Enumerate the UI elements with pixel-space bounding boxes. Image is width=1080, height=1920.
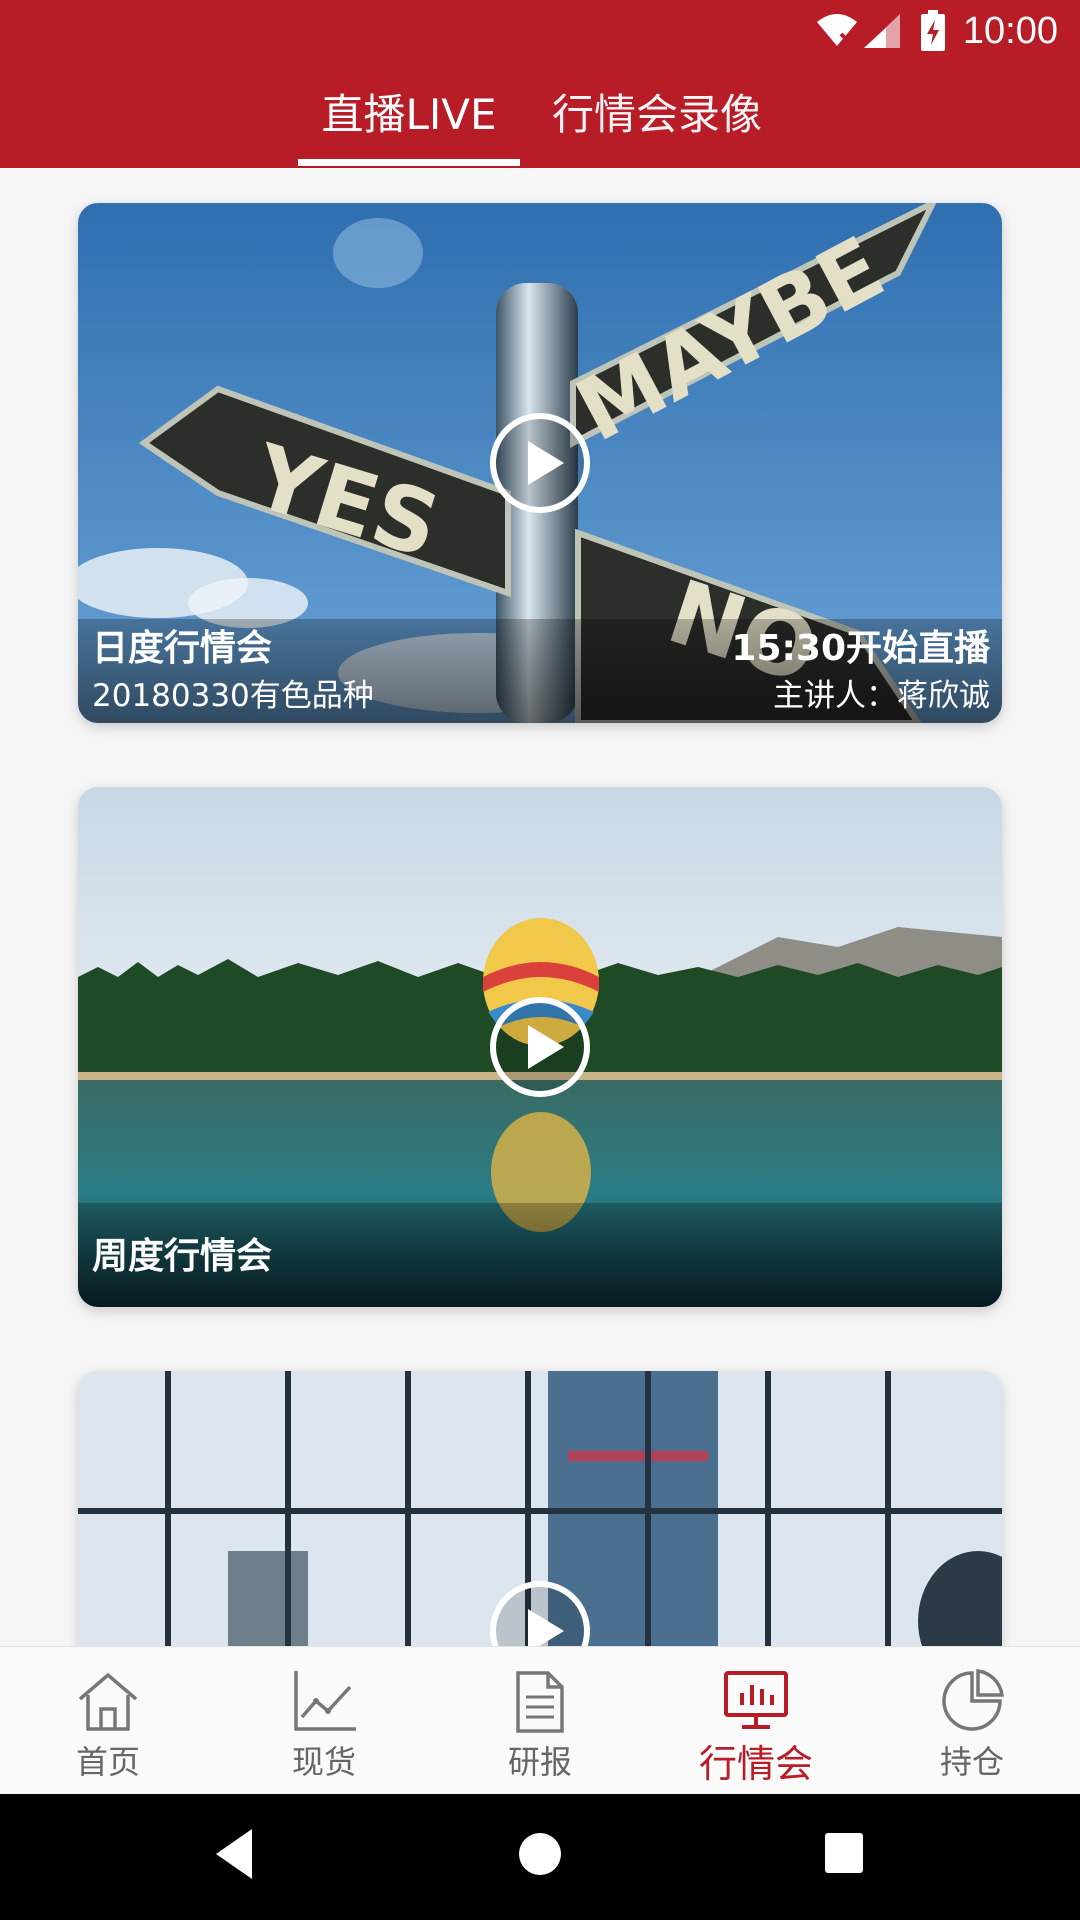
nav-label-position: 持仓	[939, 1743, 1004, 1781]
nav-item-research[interactable]: 研报	[432, 1647, 648, 1795]
live-card-weekly[interactable]: 周度行情会	[78, 787, 1002, 1307]
tab-live[interactable]: 直播LIVE	[298, 80, 520, 168]
home-icon	[78, 1672, 138, 1731]
play-icon[interactable]	[488, 995, 592, 1099]
tab-replay[interactable]: 行情会录像	[544, 80, 770, 168]
line-chart-icon	[294, 1671, 356, 1731]
live-start-time: 15:30开始直播	[731, 628, 990, 669]
presentation-icon	[724, 1671, 788, 1729]
pie-chart-icon	[942, 1668, 1005, 1731]
tab-live-label: 直播LIVE	[321, 90, 497, 139]
app-header: 10:00 直播LIVE 行情会录像	[0, 0, 1080, 168]
status-bar: 10:00	[0, 0, 1080, 63]
card-title: 日度行情会	[92, 628, 273, 669]
system-nav-bar	[0, 1794, 1080, 1920]
signal-icon	[864, 14, 900, 48]
card-title: 周度行情会	[92, 1236, 273, 1277]
home-circle-icon[interactable]	[518, 1827, 562, 1881]
live-card-daily[interactable]: YES MAYBE NO 日度行情会 20180330有色品种 15:30开始直…	[78, 203, 1002, 723]
document-icon	[516, 1671, 564, 1733]
battery-charging-icon	[921, 10, 945, 51]
nav-label-spot: 现货	[291, 1743, 356, 1781]
bottom-navigation: 首页 现货 研报 行情会 持仓	[0, 1646, 1080, 1794]
live-card-third[interactable]	[78, 1371, 1002, 1671]
tab-active-indicator	[298, 159, 520, 166]
top-tabs: 直播LIVE 行情会录像	[0, 80, 1080, 168]
recents-icon[interactable]	[824, 1832, 864, 1874]
wifi-icon	[817, 14, 857, 46]
tab-replay-label: 行情会录像	[551, 90, 762, 139]
back-icon[interactable]	[212, 1827, 256, 1881]
nav-item-home[interactable]: 首页	[0, 1647, 216, 1795]
nav-label-home: 首页	[75, 1743, 140, 1781]
play-icon[interactable]	[488, 411, 592, 515]
speaker: 主讲人：蒋欣诚	[773, 678, 990, 714]
status-time: 10:00	[962, 10, 1058, 52]
nav-item-position[interactable]: 持仓	[864, 1647, 1080, 1795]
card-subtitle: 20180330有色品种	[92, 678, 374, 714]
nav-item-spot[interactable]: 现货	[216, 1647, 432, 1795]
nav-item-meeting[interactable]: 行情会	[648, 1647, 864, 1795]
nav-label-meeting: 行情会	[698, 1742, 813, 1786]
nav-label-research: 研报	[507, 1743, 572, 1781]
